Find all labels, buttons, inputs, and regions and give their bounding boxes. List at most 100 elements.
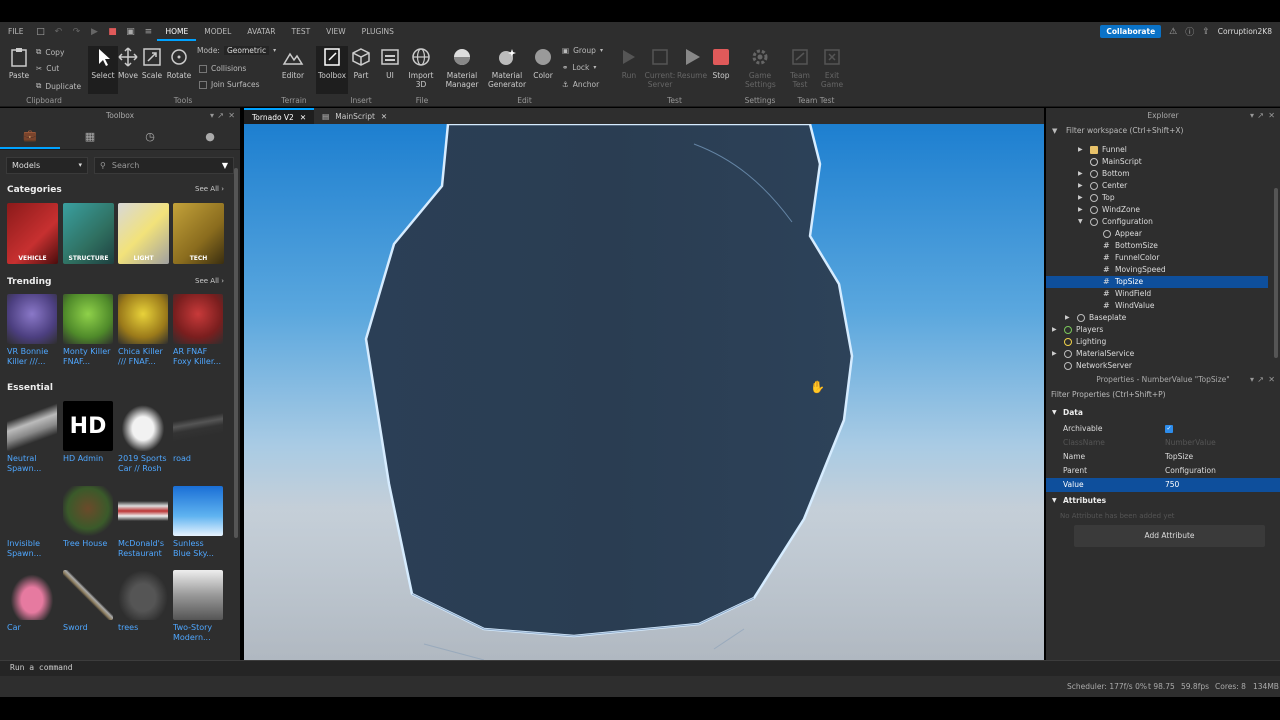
mode-selector[interactable]: Mode: Geometric ▾ bbox=[197, 46, 276, 55]
chevron-right-icon[interactable]: ▶ bbox=[1065, 312, 1070, 324]
tab-view[interactable]: VIEW bbox=[318, 27, 354, 36]
explorer-item[interactable]: NetworkServer bbox=[1046, 360, 1268, 372]
category-tech[interactable]: TECH bbox=[173, 203, 224, 264]
tab-home[interactable]: HOME bbox=[157, 22, 197, 41]
run-button[interactable]: Run bbox=[614, 46, 644, 80]
chevron-right-icon[interactable]: ▶ bbox=[1078, 204, 1083, 216]
lock-button[interactable]: ⚭ Lock ▾ bbox=[562, 63, 596, 72]
category-vehicle[interactable]: VEHICLE bbox=[7, 203, 58, 264]
explorer-item[interactable]: Appear bbox=[1046, 228, 1268, 240]
prop-row-parent[interactable]: Parent Configuration bbox=[1046, 464, 1280, 478]
tab-marketplace[interactable]: ▦ bbox=[60, 124, 120, 149]
essential-item[interactable]: road bbox=[173, 401, 225, 464]
bell-icon[interactable]: ⚠ bbox=[1169, 27, 1177, 37]
chevron-right-icon[interactable]: ▶ bbox=[1052, 324, 1057, 336]
explorer-filter-input[interactable]: ▼ Filter workspace (Ctrl+Shift+X) bbox=[1046, 124, 1280, 138]
current-server-button[interactable]: Current: Server bbox=[643, 46, 677, 89]
collaborate-button[interactable]: Collaborate bbox=[1100, 25, 1162, 38]
help-icon[interactable]: ⓘ bbox=[1185, 25, 1194, 38]
toolbox-button[interactable]: Toolbox bbox=[316, 46, 348, 94]
explorer-item[interactable]: # BottomSize bbox=[1046, 240, 1268, 252]
new-file-icon[interactable]: □ bbox=[34, 26, 46, 38]
terrain-editor-button[interactable]: Editor bbox=[278, 46, 308, 80]
essential-item[interactable]: trees bbox=[118, 570, 170, 633]
resume-button[interactable]: Resume bbox=[677, 46, 707, 80]
collisions-toggle[interactable]: Collisions bbox=[199, 64, 246, 73]
share-icon[interactable]: ⇪ bbox=[1202, 27, 1210, 37]
essential-item[interactable]: Neutral Spawn... bbox=[7, 401, 59, 474]
prop-row-value[interactable]: Value 750 bbox=[1046, 478, 1280, 492]
essential-item[interactable]: Tree House bbox=[63, 486, 115, 549]
tab-tornado-v2[interactable]: Tornado V2 ✕ bbox=[244, 108, 315, 124]
import-3d-button[interactable]: Import 3D bbox=[406, 46, 436, 89]
chevron-right-icon[interactable]: ▶ bbox=[1078, 192, 1083, 204]
categories-see-all[interactable]: See All › bbox=[195, 185, 224, 193]
essential-item[interactable]: Invisible Spawn... bbox=[7, 486, 59, 559]
tab-model[interactable]: MODEL bbox=[196, 27, 239, 36]
tab-mainscript[interactable]: ▤ MainScript ✕ bbox=[314, 108, 395, 124]
explorer-scrollbar[interactable] bbox=[1274, 188, 1278, 358]
chevron-right-icon[interactable]: ▶ bbox=[1078, 180, 1083, 192]
prop-row-archivable[interactable]: Archivable ✓ bbox=[1046, 422, 1280, 436]
ui-button[interactable]: UI bbox=[375, 46, 405, 80]
explorer-item[interactable]: ▶ Bottom bbox=[1046, 168, 1268, 180]
explorer-item[interactable]: MainScript bbox=[1046, 156, 1268, 168]
explorer-item[interactable]: ▶ Baseplate bbox=[1046, 312, 1268, 324]
join-surfaces-checkbox[interactable] bbox=[199, 80, 207, 89]
close-icon[interactable]: ✕ bbox=[228, 108, 235, 124]
data-category[interactable]: ▼ Data bbox=[1046, 406, 1280, 420]
attributes-category[interactable]: ▼ Attributes bbox=[1046, 494, 1280, 508]
essential-item[interactable]: Two-Story Modern... bbox=[173, 570, 225, 643]
archivable-checkbox[interactable]: ✓ bbox=[1165, 425, 1173, 433]
username[interactable]: Corruption2K8 bbox=[1218, 27, 1272, 36]
close-icon[interactable]: ✕ bbox=[1268, 372, 1275, 388]
prop-value[interactable]: TopSize bbox=[1165, 450, 1193, 464]
cut-button[interactable]: ✂ Cut bbox=[36, 64, 59, 73]
join-surfaces-toggle[interactable]: Join Surfaces bbox=[199, 80, 260, 89]
chevron-down-icon[interactable]: ▼ bbox=[1078, 216, 1083, 228]
toolbox-search-input[interactable]: ⚲ Search ▼ bbox=[94, 156, 234, 174]
chevron-down-icon[interactable]: ▾ bbox=[210, 108, 214, 124]
close-icon[interactable]: ✕ bbox=[300, 113, 306, 122]
explorer-item[interactable]: # FunnelColor bbox=[1046, 252, 1268, 264]
chevron-down-icon[interactable]: ▾ bbox=[1250, 372, 1254, 388]
group-button[interactable]: ▣ Group ▾ bbox=[562, 46, 603, 55]
scale-button[interactable]: Scale bbox=[137, 46, 167, 80]
tab-recent[interactable]: ◷ bbox=[120, 124, 180, 149]
toolbox-scrollbar[interactable] bbox=[234, 168, 238, 538]
add-attribute-button[interactable]: Add Attribute bbox=[1074, 525, 1265, 547]
explorer-item[interactable]: ▶ Players bbox=[1046, 324, 1268, 336]
properties-filter-input[interactable]: Filter Properties (Ctrl+Shift+P) bbox=[1046, 388, 1280, 402]
material-generator-button[interactable]: Material Generator bbox=[488, 46, 526, 89]
play-icon[interactable]: ▶ bbox=[88, 26, 100, 38]
part-button[interactable]: Part bbox=[346, 46, 376, 80]
filter-icon[interactable]: ▼ bbox=[222, 161, 228, 170]
category-structure[interactable]: STRUCTURE bbox=[63, 203, 114, 264]
category-dropdown[interactable]: Models ▾ bbox=[6, 156, 88, 174]
explorer-item[interactable]: # WindField bbox=[1046, 288, 1268, 300]
duplicate-button[interactable]: ⧉ Duplicate bbox=[36, 81, 81, 91]
close-icon[interactable]: ✕ bbox=[1268, 108, 1275, 124]
anchor-button[interactable]: ⚓ Anchor bbox=[562, 80, 599, 89]
close-icon[interactable]: ✕ bbox=[381, 112, 387, 121]
save-icon[interactable]: ▣ bbox=[124, 26, 136, 38]
popout-icon[interactable]: ↗ bbox=[1257, 108, 1264, 124]
prop-row-name[interactable]: Name TopSize bbox=[1046, 450, 1280, 464]
chevron-right-icon[interactable]: ▶ bbox=[1078, 168, 1083, 180]
trending-item[interactable]: Chica Killer/// FNAF... bbox=[118, 294, 170, 367]
3d-viewport[interactable]: ✋ bbox=[244, 124, 1044, 660]
more-icon[interactable]: ≡ bbox=[142, 26, 154, 38]
explorer-item[interactable]: # TopSize bbox=[1046, 276, 1268, 288]
essential-item[interactable]: Car bbox=[7, 570, 59, 633]
material-manager-button[interactable]: Material Manager bbox=[445, 46, 479, 89]
redo-icon[interactable]: ↷ bbox=[70, 26, 82, 38]
explorer-item[interactable]: ▶ Center bbox=[1046, 180, 1268, 192]
explorer-item[interactable]: ▶ Top bbox=[1046, 192, 1268, 204]
popout-icon[interactable]: ↗ bbox=[1257, 372, 1264, 388]
trending-see-all[interactable]: See All › bbox=[195, 277, 224, 285]
essential-item[interactable]: Sunless Blue Sky... bbox=[173, 486, 225, 559]
stop-icon[interactable]: ■ bbox=[106, 26, 118, 38]
color-button[interactable]: Color bbox=[528, 46, 558, 80]
trending-item[interactable]: Monty Killer FNAF... bbox=[63, 294, 115, 367]
tab-inventory[interactable]: 💼 bbox=[0, 124, 60, 149]
